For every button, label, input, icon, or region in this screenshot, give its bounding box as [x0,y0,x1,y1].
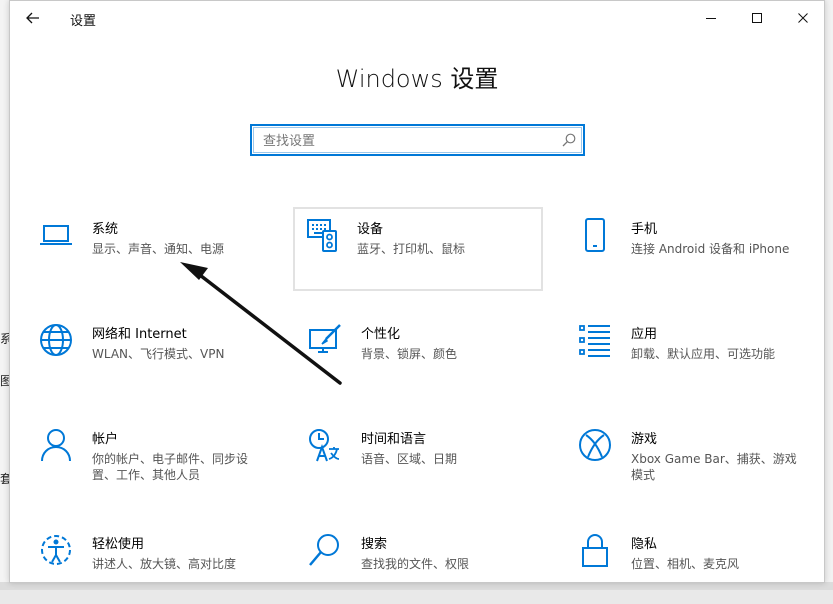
tile-text: 个性化 背景、锁屏、颜色 [361,326,537,362]
tile-title: 设备 [357,222,384,237]
tile-ease-of-access[interactable]: 轻松使用 讲述人、放大镜、高对比度 [26,522,272,604]
tile-description: 卸载、默认应用、可选功能 [631,347,776,361]
maximize-icon [752,13,762,23]
tile-apps[interactable]: 应用 卸载、默认应用、可选功能 [565,312,811,394]
tile-time-language[interactable]: 时间和语言 语音、区域、日期 [295,417,541,499]
tile-description: 你的帐户、电子邮件、同步设置、工作、其他人员 [92,452,249,482]
personalization-icon [309,324,341,353]
tile-title: 网络和 Internet [92,327,187,342]
tile-text: 游戏 Xbox Game Bar、捕获、游戏模式 [631,431,807,483]
tile-title: 帐户 [92,432,119,447]
tile-text: 帐户 你的帐户、电子邮件、同步设置、工作、其他人员 [92,431,268,483]
tile-text: 应用 卸载、默认应用、可选功能 [631,326,807,362]
tile-text: 轻松使用 讲述人、放大镜、高对比度 [92,536,268,572]
tile-system[interactable]: 系统 显示、声音、通知、电源 [26,207,272,289]
tile-text: 网络和 Internet WLAN、飞行模式、VPN [92,326,268,362]
tile-description: 位置、相机、麦克风 [631,557,740,571]
close-icon [798,13,808,23]
tile-text: 手机 连接 Android 设备和 iPhone [631,221,807,257]
time-language-icon [309,429,340,462]
search-input[interactable] [261,130,555,152]
tile-description: 蓝牙、打印机、鼠标 [357,242,466,256]
background-window-edge-right [825,0,833,590]
tile-description: 连接 Android 设备和 iPhone [631,242,790,256]
tile-personalization[interactable]: 个性化 背景、锁屏、颜色 [295,312,541,394]
tile-title: 系统 [92,222,119,237]
search-icon [562,133,576,147]
title-bar: 设置 [10,1,824,35]
page-heading: Windows 设置 [335,65,499,93]
tile-title: 时间和语言 [361,432,427,447]
xbox-icon [579,429,611,461]
tile-gaming[interactable]: 游戏 Xbox Game Bar、捕获、游戏模式 [565,417,811,499]
window-title: 设置 [70,14,97,29]
minimize-button[interactable] [688,1,734,35]
tile-description: 讲述人、放大镜、高对比度 [92,557,237,571]
tile-title: 搜索 [361,537,388,552]
tile-title: 个性化 [361,327,401,342]
tile-text: 系统 显示、声音、通知、电源 [92,221,268,257]
devices-icon [307,219,337,252]
tile-search[interactable]: 搜索 查找我的文件、权限 [295,522,541,604]
back-arrow-icon [26,12,39,24]
person-icon [41,429,71,462]
tile-devices[interactable]: 设备 蓝牙、打印机、鼠标 [293,207,543,291]
tile-description: Xbox Game Bar、捕获、游戏模式 [631,452,797,482]
tile-privacy[interactable]: 隐私 位置、相机、麦克风 [565,522,811,604]
laptop-icon [40,225,72,245]
maximize-button[interactable] [734,1,780,35]
tile-title: 隐私 [631,537,658,552]
tile-title: 游戏 [631,432,658,447]
globe-icon [40,324,72,356]
tile-text: 设备 蓝牙、打印机、鼠标 [357,221,537,257]
tile-description: 语音、区域、日期 [361,452,458,466]
search-icon [309,534,339,566]
ease-of-access-icon [41,535,71,565]
phone-icon [585,218,605,252]
tile-text: 搜索 查找我的文件、权限 [361,536,537,572]
tile-text: 隐私 位置、相机、麦克风 [631,536,807,572]
tile-description: WLAN、飞行模式、VPN [92,347,225,361]
close-button[interactable] [780,1,826,35]
tile-description: 显示、声音、通知、电源 [92,242,225,256]
lock-icon [582,534,608,567]
tile-title: 手机 [631,222,658,237]
tile-description: 查找我的文件、权限 [361,557,470,571]
apps-icon [579,325,610,357]
tile-phone[interactable]: 手机 连接 Android 设备和 iPhone [565,207,811,289]
tile-title: 应用 [631,327,658,342]
back-button[interactable] [16,4,50,32]
minimize-icon [706,18,716,19]
search-box[interactable] [250,124,585,156]
tile-network[interactable]: 网络和 Internet WLAN、飞行模式、VPN [26,312,272,394]
tile-title: 轻松使用 [92,537,145,552]
settings-window: 设置 Windows 设置 系统 显示、声音、通知、电源 [9,0,825,583]
tile-text: 时间和语言 语音、区域、日期 [361,431,537,467]
tile-accounts[interactable]: 帐户 你的帐户、电子邮件、同步设置、工作、其他人员 [26,417,272,499]
tile-description: 背景、锁屏、颜色 [361,347,458,361]
